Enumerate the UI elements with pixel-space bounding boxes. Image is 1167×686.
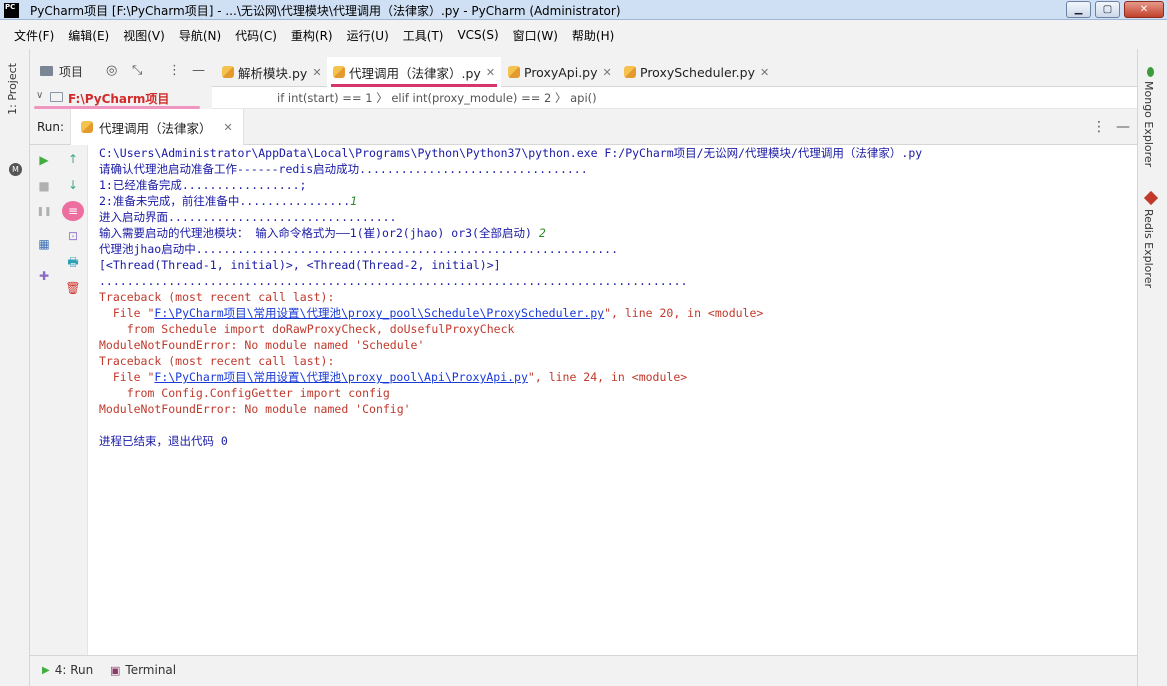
m-icon[interactable]: M: [9, 163, 22, 176]
run-console[interactable]: C:\Users\Administrator\AppData\Local\Pro…: [88, 145, 1137, 655]
layout-icon[interactable]: ▦: [36, 237, 52, 251]
tab-proxyapi[interactable]: ProxyApi.py ✕: [508, 57, 612, 87]
menu-bar: 文件(F) 编辑(E) 视图(V) 导航(N) 代码(C) 重构(R) 运行(U…: [0, 21, 1167, 49]
maximize-button[interactable]: ▢: [1095, 1, 1120, 18]
tab-parse-module[interactable]: 解析模块.py ✕: [222, 57, 322, 87]
traceback-file-link[interactable]: F:\PyCharm项目\常用设置\代理池\proxy_pool\Schedul…: [154, 306, 604, 320]
breadcrumb[interactable]: if int(start) == 1 〉 elif int(proxy_modu…: [212, 87, 1137, 109]
soft-wrap-icon[interactable]: ≡: [62, 201, 84, 221]
user-input: 2: [538, 226, 546, 240]
folder-icon: [40, 66, 53, 76]
python-file-icon: [508, 66, 520, 78]
traceback-file-link[interactable]: F:\PyCharm项目\常用设置\代理池\proxy_pool\Api\Pro…: [154, 370, 528, 384]
run-toolbar-primary: ▶ ■ ❚❚ ▦ ✚: [30, 145, 58, 655]
run-tool-window-header: Run: 代理调用（法律家） ✕ ⋮ —: [30, 109, 1137, 145]
left-tool-strip: 1: Project M: [0, 49, 30, 686]
project-panel-header: 项目 ◎ ⤡ ⋮ —: [30, 57, 212, 87]
error-line: Traceback (most recent call last):: [99, 290, 335, 304]
menu-code[interactable]: 代码(C): [235, 27, 277, 44]
console-line: 请确认代理池启动准备工作------redis启动成功.............…: [99, 162, 588, 176]
console-line: ........................................…: [99, 274, 688, 288]
menu-navigate[interactable]: 导航(N): [179, 27, 221, 44]
project-root-label: F:\PyCharm项目: [68, 92, 170, 106]
mongo-explorer-button[interactable]: Mongo Explorer: [1142, 81, 1155, 167]
window-title: PyCharm项目 [F:\PyCharm项目] - ...\无讼网\代理模块\…: [30, 4, 621, 18]
close-window-button[interactable]: ✕: [1124, 1, 1164, 18]
scroll-up-icon[interactable]: ↑: [65, 152, 81, 166]
locate-icon[interactable]: ◎: [106, 63, 117, 78]
right-tool-strip: Mongo Explorer Redis Explorer: [1137, 49, 1167, 686]
error-line: from Config.ConfigGetter import config: [99, 386, 390, 400]
mongo-leaf-icon: [1147, 67, 1154, 77]
console-line: 输入需要启动的代理池模块： 输入命令格式为——1(崔)or2(jhao) or3…: [99, 226, 539, 240]
menu-window[interactable]: 窗口(W): [513, 27, 558, 44]
console-line: 2:准备未完成，前往准备中................: [99, 194, 351, 208]
menu-edit[interactable]: 编辑(E): [68, 27, 109, 44]
python-file-icon: [333, 66, 345, 78]
hide-panel-icon[interactable]: —: [1116, 119, 1130, 135]
print-icon[interactable]: 🖶: [65, 255, 81, 269]
terminal-icon: ▣: [110, 663, 121, 677]
error-line: from Schedule import doRawProxyCheck, do…: [99, 322, 515, 336]
tab-proxyscheduler[interactable]: ProxyScheduler.py ✕: [624, 57, 769, 87]
exit-line: 进程已结束，退出代码 0: [99, 434, 228, 448]
console-line: C:\Users\Administrator\AppData\Local\Pro…: [99, 146, 923, 160]
project-tool-button[interactable]: 1: Project: [6, 63, 19, 115]
close-icon[interactable]: ✕: [486, 66, 495, 79]
menu-file[interactable]: 文件(F): [14, 27, 54, 44]
project-tree-root[interactable]: ∨ F:\PyCharm项目: [30, 87, 212, 109]
bottom-tool-bar: ▶ 4: Run ▣ Terminal: [30, 655, 1137, 686]
rerun-icon[interactable]: ▶: [36, 153, 52, 167]
python-file-icon: [624, 66, 636, 78]
collapse-all-icon[interactable]: ⤡: [132, 63, 142, 78]
hide-panel-icon[interactable]: —: [192, 63, 205, 78]
menu-run[interactable]: 运行(U): [347, 27, 389, 44]
error-line: ModuleNotFoundError: No module named 'Co…: [99, 402, 411, 416]
run-tool-button[interactable]: ▶ 4: Run: [42, 663, 93, 677]
more-options-icon[interactable]: ⋮: [168, 63, 181, 78]
close-icon[interactable]: ✕: [224, 121, 233, 134]
stop-icon[interactable]: ■: [36, 179, 52, 193]
python-file-icon: [81, 121, 93, 133]
scroll-to-end-icon[interactable]: ⊡: [65, 229, 81, 243]
console-line: 代理池jhao启动中..............................…: [99, 242, 619, 256]
close-icon[interactable]: ✕: [760, 66, 769, 79]
python-file-icon: [222, 66, 234, 78]
pycharm-logo-icon: PC: [4, 3, 19, 18]
menu-tools[interactable]: 工具(T): [403, 27, 444, 44]
folder-icon: [50, 92, 63, 102]
user-input: 1: [350, 194, 358, 208]
close-icon[interactable]: ✕: [603, 66, 612, 79]
close-icon[interactable]: ✕: [312, 66, 321, 79]
chevron-down-icon[interactable]: ∨: [36, 90, 43, 101]
scroll-down-icon[interactable]: ↓: [65, 178, 81, 192]
error-line: ModuleNotFoundError: No module named 'Sc…: [99, 338, 425, 352]
trash-icon[interactable]: 🗑: [65, 281, 81, 295]
title-bar: PC PyCharm项目 [F:\PyCharm项目] - ...\无讼网\代理…: [0, 0, 1167, 20]
run-config-tab[interactable]: 代理调用（法律家） ✕: [70, 109, 244, 145]
minimize-button[interactable]: ▁: [1066, 1, 1091, 18]
terminal-tool-button[interactable]: ▣ Terminal: [110, 663, 176, 677]
menu-view[interactable]: 视图(V): [123, 27, 165, 44]
redis-explorer-button[interactable]: Redis Explorer: [1142, 209, 1155, 288]
console-line: 1:已经准备完成.................;: [99, 178, 307, 192]
console-line: [<Thread(Thread-1, initial)>, <Thread(Th…: [99, 258, 501, 272]
tab-proxy-call[interactable]: 代理调用（法律家）.py ✕: [327, 57, 502, 87]
redis-cube-icon: [1143, 190, 1159, 206]
pin-icon[interactable]: ✚: [36, 269, 52, 283]
menu-refactor[interactable]: 重构(R): [291, 27, 333, 44]
project-view-selector[interactable]: 项目: [59, 63, 83, 80]
editor-tab-bar: 解析模块.py ✕ 代理调用（法律家）.py ✕ ProxyApi.py ✕ P…: [212, 57, 1137, 87]
error-line: Traceback (most recent call last):: [99, 354, 335, 368]
console-line: 进入启动界面.................................: [99, 210, 397, 224]
run-toolbar-secondary: ↑ ↓ ≡ ⊡ 🖶 🗑: [58, 145, 88, 655]
menu-help[interactable]: 帮助(H): [572, 27, 614, 44]
run-label: Run:: [37, 120, 65, 134]
pause-icon[interactable]: ❚❚: [36, 205, 52, 219]
run-icon: ▶: [42, 664, 50, 676]
menu-vcs[interactable]: VCS(S): [457, 28, 498, 42]
more-options-icon[interactable]: ⋮: [1092, 119, 1106, 135]
